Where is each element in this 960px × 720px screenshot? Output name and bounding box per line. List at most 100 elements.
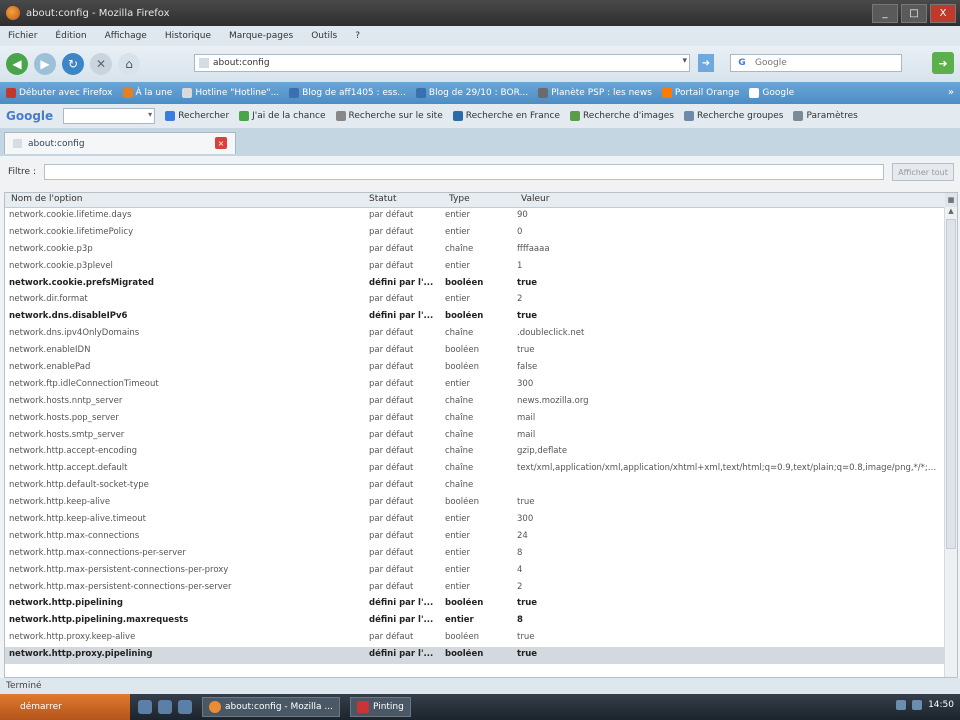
go-arrow-icon[interactable]: ➜ xyxy=(698,54,714,72)
search-go-icon[interactable]: ➜ xyxy=(932,52,954,74)
bookmark-item[interactable]: Hotline "Hotline"... xyxy=(182,88,279,98)
back-arrow-icon[interactable]: ◀ xyxy=(6,53,28,75)
table-row[interactable]: network.hosts.pop_server par défaut chaîne… xyxy=(5,411,945,428)
feeling-lucky-button[interactable]: J'ai de la chance xyxy=(239,111,326,121)
cell-type: chaîne xyxy=(445,412,474,423)
cell-name: network.http.keep-alive.timeout xyxy=(9,514,146,525)
chevron-down-icon[interactable]: ▾ xyxy=(148,110,152,119)
filter-input[interactable] xyxy=(44,164,884,180)
table-row[interactable]: network.cookie.prefsMigrated défini par l… xyxy=(5,276,945,293)
tab-close-icon[interactable]: × xyxy=(215,137,227,149)
home-icon[interactable]: ⌂ xyxy=(118,53,140,75)
google-search-input[interactable]: ▾ xyxy=(63,108,156,124)
url-dropdown-icon[interactable]: ▾ xyxy=(682,56,687,66)
bookmark-item[interactable]: Blog de 29/10 : BOR... xyxy=(415,88,528,98)
table-row[interactable]: network.hosts.nntp_server par défaut chaîn… xyxy=(5,394,945,411)
taskbar-item-pinting[interactable]: Pinting xyxy=(349,697,411,717)
settings-button[interactable]: Paramètres xyxy=(793,111,858,121)
table-row[interactable]: network.cookie.lifetimePolicy par défaut e… xyxy=(5,225,945,242)
bookmark-item[interactable]: Blog de aff1405 : ess... xyxy=(289,88,406,98)
menu-edit[interactable]: Édition xyxy=(55,31,86,41)
menu-file[interactable]: Fichier xyxy=(8,31,37,41)
site-search-button[interactable]: Recherche sur le site xyxy=(335,111,443,121)
url-bar[interactable]: about:config ▾ xyxy=(194,54,690,72)
bookmark-item[interactable]: Google xyxy=(749,88,794,98)
cell-value: 8 xyxy=(517,615,523,626)
table-row[interactable]: network.cookie.p3plevel par défaut entier 1 xyxy=(5,259,945,276)
table-row[interactable]: network.http.max-persistent-connections-… xyxy=(5,580,945,597)
blog-icon xyxy=(415,88,426,98)
reload-icon[interactable]: ↻ xyxy=(62,53,84,75)
tray-icon[interactable] xyxy=(896,700,907,710)
cell-type: chaîne xyxy=(445,480,474,491)
table-row[interactable]: network.http.keep-alive par défaut booléen… xyxy=(5,495,945,512)
menu-tools[interactable]: Outils xyxy=(311,31,337,41)
table-row[interactable]: network.http.keep-alive.timeout par défau… xyxy=(5,512,945,529)
table-row[interactable]: network.enablePad par défaut booléen false xyxy=(5,360,945,377)
table-row[interactable]: network.http.accept.default par défaut cha… xyxy=(5,461,945,478)
france-search-button[interactable]: Recherche en France xyxy=(452,111,560,121)
google-search-button[interactable]: Rechercher xyxy=(165,111,229,121)
bookmark-item[interactable]: À la une xyxy=(122,88,172,98)
minimize-button[interactable]: _ xyxy=(872,4,898,23)
url-text[interactable]: about:config xyxy=(213,58,270,68)
quicklaunch-icon[interactable] xyxy=(138,700,152,714)
table-row[interactable]: network.dns.ipv4OnlyDomains par défaut cha… xyxy=(5,326,945,343)
table-row[interactable]: network.ftp.idleConnectionTimeout par déf… xyxy=(5,377,945,394)
cell-value: 0 xyxy=(517,226,523,237)
table-row[interactable]: network.cookie.lifetime.days par défaut en… xyxy=(5,208,945,225)
menu-history[interactable]: Historique xyxy=(165,31,211,41)
forward-arrow-icon[interactable]: ▶ xyxy=(34,53,56,75)
quicklaunch-icon[interactable] xyxy=(178,700,192,714)
column-header-name[interactable]: Nom de l'option xyxy=(11,194,82,204)
stop-icon[interactable]: ✕ xyxy=(90,53,112,75)
taskbar: démarrer about:config - Mozilla ... Pint… xyxy=(0,694,960,720)
image-search-button[interactable]: Recherche d'images xyxy=(569,111,674,121)
maximize-button[interactable]: □ xyxy=(901,4,927,23)
table-row[interactable]: network.http.pipelining.maxrequests défin… xyxy=(5,613,945,630)
table-row[interactable]: network.http.max-connections-per-server p… xyxy=(5,546,945,563)
tray-icon[interactable] xyxy=(912,700,923,710)
show-all-button[interactable]: Afficher tout xyxy=(892,163,954,181)
table-row[interactable]: network.http.default-socket-type par défa… xyxy=(5,478,945,495)
menu-bookmarks[interactable]: Marque-pages xyxy=(229,31,293,41)
chevron-more-icon[interactable]: » xyxy=(948,87,954,98)
table-row[interactable]: network.hosts.smtp_server par défaut chaîn… xyxy=(5,428,945,445)
column-header-status[interactable]: Statut xyxy=(369,194,397,204)
table-row[interactable]: network.http.max-persistent-connections-… xyxy=(5,563,945,580)
cell-type: entier xyxy=(445,615,474,626)
bookmark-item[interactable]: Planète PSP : les news xyxy=(538,88,652,98)
bookmark-item[interactable]: Portail Orange xyxy=(661,88,739,98)
column-header-value[interactable]: Valeur xyxy=(521,194,549,204)
cell-value: ffffaaaa xyxy=(517,243,550,254)
table-row[interactable]: network.http.proxy.pipelining défini par … xyxy=(5,647,945,665)
table-row[interactable]: network.dns.disableIPv6 défini par l'... b… xyxy=(5,309,945,326)
table-row[interactable]: network.http.max-connections par défaut en… xyxy=(5,529,945,546)
menu-view[interactable]: Affichage xyxy=(105,31,147,41)
vertical-scrollbar[interactable]: ▲ xyxy=(944,207,957,677)
groups-search-button[interactable]: Recherche groupes xyxy=(683,111,783,121)
table-row[interactable]: network.dir.format par défaut entier 2 xyxy=(5,292,945,309)
tab-about-config[interactable]: about:config × xyxy=(4,132,236,154)
start-button[interactable]: démarrer xyxy=(0,694,130,720)
taskbar-item-firefox[interactable]: about:config - Mozilla ... xyxy=(202,697,340,717)
search-box[interactable]: G xyxy=(730,54,902,72)
search-input[interactable] xyxy=(753,57,897,69)
table-row[interactable]: network.enableIDN par défaut booléen true xyxy=(5,343,945,360)
google-engine-icon[interactable]: G xyxy=(735,57,749,69)
column-picker-icon[interactable]: ▦ xyxy=(945,193,957,207)
close-button[interactable]: X xyxy=(930,4,956,23)
filter-label: Filtre : xyxy=(8,167,36,177)
cell-name: network.cookie.prefsMigrated xyxy=(9,277,155,288)
scroll-up-icon[interactable]: ▲ xyxy=(945,207,957,217)
bookmark-item[interactable]: Débuter avec Firefox xyxy=(6,88,113,98)
table-row[interactable]: network.http.proxy.keep-alive par défaut b… xyxy=(5,630,945,647)
table-row[interactable]: network.http.pipelining défini par l'... b… xyxy=(5,596,945,613)
table-row[interactable]: network.cookie.p3p par défaut chaîne ffffaa… xyxy=(5,242,945,259)
column-header-type[interactable]: Type xyxy=(449,194,470,204)
scroll-thumb[interactable] xyxy=(946,219,956,549)
quicklaunch-icon[interactable] xyxy=(158,700,172,714)
cell-value: true xyxy=(517,649,538,660)
table-row[interactable]: network.http.accept-encoding par défaut ch… xyxy=(5,444,945,461)
menu-help[interactable]: ? xyxy=(355,31,360,41)
